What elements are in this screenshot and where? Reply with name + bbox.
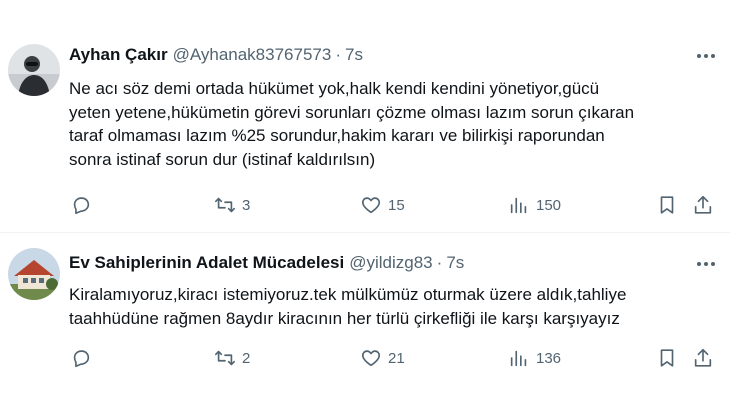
- share-button[interactable]: [692, 343, 714, 373]
- share-icon: [694, 195, 712, 214]
- action-bar: 3 15 150: [62, 190, 722, 220]
- tweet-text-line: sonra istinaf sorun dur (istinaf kaldırı…: [69, 149, 376, 169]
- tweet-text: Ne acı söz demi ortada hükümet yok,halk …: [69, 77, 719, 171]
- bookmark-button[interactable]: [656, 343, 678, 373]
- retweet-button[interactable]: 3: [214, 190, 250, 220]
- author-handle[interactable]: @yildizg83: [349, 253, 432, 273]
- retweet-button[interactable]: 2: [214, 343, 250, 373]
- more-icon[interactable]: [694, 46, 718, 66]
- share-button[interactable]: [692, 190, 714, 220]
- retweet-icon: [215, 350, 235, 366]
- views-icon: [510, 197, 527, 214]
- reply-button[interactable]: [70, 343, 98, 373]
- more-icon[interactable]: [694, 254, 718, 274]
- views-count: 150: [536, 196, 562, 214]
- like-button[interactable]: 21: [360, 343, 405, 373]
- author-name[interactable]: Ev Sahiplerinin Adalet Mücadelesi: [69, 253, 344, 273]
- share-icon: [694, 348, 712, 367]
- separator-dot: ·: [335, 45, 341, 64]
- tweet-text-line: Kiralamıyoruz,kiracı istemiyoruz.tek mül…: [69, 285, 627, 304]
- heart-icon: [361, 197, 381, 214]
- author-name[interactable]: Ayhan Çakır: [69, 45, 168, 65]
- tweet-text-line: taraf olmaması lazım %25 sorundur,hakim …: [69, 126, 605, 145]
- reply-icon: [73, 197, 90, 215]
- tweet[interactable]: Ev Sahiplerinin Adalet Mücadelesi @yildi…: [0, 233, 730, 420]
- bookmark-button[interactable]: [656, 190, 678, 220]
- views-count: 136: [536, 349, 562, 367]
- action-bar: 2 21 136: [62, 343, 722, 373]
- tweet-text-line: taahhüdüne rağmen 8aydır kiracının her t…: [69, 308, 620, 328]
- separator-dot: ·: [436, 253, 443, 272]
- retweet-count: 2: [242, 349, 251, 367]
- bookmark-icon: [660, 349, 674, 367]
- timestamp[interactable]: 7s: [345, 45, 363, 65]
- tweet-header: Ev Sahiplerinin Adalet Mücadelesi @yildi…: [69, 253, 464, 273]
- tweet[interactable]: Ayhan Çakır @Ayhanak83767573 · 7s Ne acı…: [0, 0, 730, 232]
- avatar[interactable]: [8, 248, 60, 300]
- retweet-count: 3: [242, 196, 251, 214]
- reply-icon: [73, 350, 90, 368]
- retweet-icon: [215, 197, 235, 213]
- reply-button[interactable]: [70, 190, 98, 220]
- views-icon: [510, 350, 527, 367]
- tweet-header: Ayhan Çakır @Ayhanak83767573 · 7s: [69, 45, 363, 65]
- like-button[interactable]: 15: [360, 190, 405, 220]
- like-count: 21: [388, 349, 405, 367]
- heart-icon: [361, 350, 381, 367]
- timestamp[interactable]: 7s: [446, 253, 464, 273]
- views-button[interactable]: 150: [508, 190, 561, 220]
- tweet-text-line: Ne acı söz demi ortada hükümet yok,halk …: [69, 79, 600, 98]
- author-handle[interactable]: @Ayhanak83767573: [173, 45, 332, 65]
- tweet-text: Kiralamıyoruz,kiracı istemiyoruz.tek mül…: [69, 283, 719, 330]
- like-count: 15: [388, 196, 405, 214]
- avatar[interactable]: [8, 44, 60, 96]
- views-button[interactable]: 136: [508, 343, 561, 373]
- tweet-text-line: yeten yetene,hükümetin görevi sorunları …: [69, 102, 635, 122]
- bookmark-icon: [660, 196, 674, 214]
